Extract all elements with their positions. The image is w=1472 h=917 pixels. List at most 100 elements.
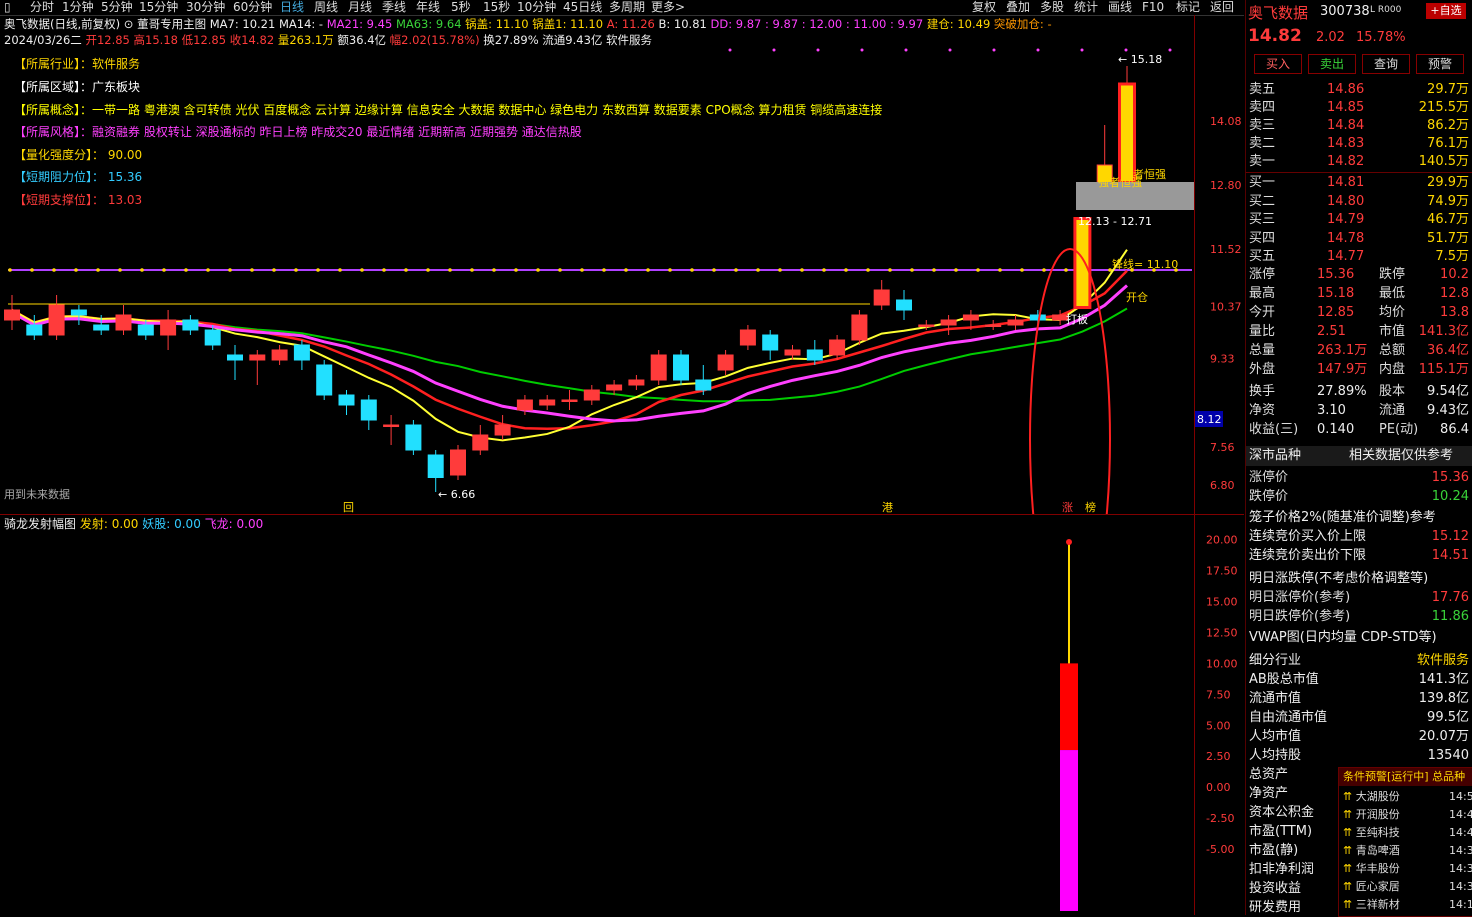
book-divider (1246, 172, 1472, 173)
period-tab-7[interactable]: 周线 (314, 0, 338, 14)
stat-row-cell: 15.18 (1317, 286, 1355, 301)
sub-bar (1060, 663, 1078, 751)
candle-body (405, 424, 422, 451)
stat-row-cell: 2.51 (1317, 324, 1346, 339)
pot-line-dot (624, 268, 628, 272)
alert-item[interactable]: ⇈ 至纯科技 14:4 (1343, 824, 1472, 842)
stat2-row-cell: 净资 (1249, 403, 1276, 418)
bid-row-cell: 29.9万 (1427, 175, 1469, 190)
candle-body (93, 324, 110, 331)
tomorrow-row: 明日涨跌停(不考虑价格调整等) (1249, 570, 1472, 588)
candle-body (472, 434, 489, 451)
toolbar-button-5[interactable]: F10 (1142, 0, 1164, 14)
alert-item[interactable]: ⇈ 华丰股份 14:3 (1343, 860, 1472, 878)
period-tab-3[interactable]: 15分钟 (139, 0, 178, 14)
ask-row: 卖五 14.86 29.7万 (1249, 81, 1472, 99)
candle-body (70, 309, 87, 316)
alert-item[interactable]: ⇈ 开润股份 14:4 (1343, 806, 1472, 824)
period-tab-15[interactable]: 多周期 (609, 0, 645, 14)
ma7-line (11, 249, 1128, 442)
period-tab-5[interactable]: 60分钟 (233, 0, 272, 14)
period-tab-16[interactable]: 更多> (651, 0, 685, 14)
bid-row: 买四 14.78 51.7万 (1249, 230, 1472, 248)
toolbar-button-1[interactable]: 叠加 (1006, 0, 1030, 14)
candle-body (606, 384, 623, 391)
limit-up-row: 涨停价 15.36 (1249, 469, 1472, 487)
fund-row-cell: 软件服务 (1416, 653, 1469, 668)
candle-body (26, 324, 43, 336)
period-tab-2[interactable]: 5分钟 (101, 0, 133, 14)
pot-line-dot (888, 268, 892, 272)
period-tab-0[interactable]: 分时 (30, 0, 54, 14)
period-tab-9[interactable]: 季线 (382, 0, 406, 14)
stat2-row-cell: 27.89% (1317, 384, 1367, 399)
ask-row-cell: 14.85 (1327, 100, 1365, 115)
sub-axis-label: 2.50 (1206, 750, 1231, 763)
stat2-row-cell: 9.54亿 (1427, 384, 1469, 399)
fund-row-cell: 人均市值 (1249, 729, 1302, 744)
candlestick-chart[interactable]: ← 15.18← 6.6612.13 - 12.71强者恒强强者恒强锋线= 11… (0, 15, 1244, 515)
sub-axis-label: 17.50 (1206, 565, 1238, 578)
limit-up-row-cell: 涨停价 (1249, 470, 1289, 485)
sub-axis-label: -5.00 (1206, 843, 1234, 856)
alert-time: 14:4 (1449, 826, 1472, 839)
period-tab-11[interactable]: 5秒 (451, 0, 471, 14)
ask-row: 卖三 14.84 86.2万 (1249, 117, 1472, 135)
menu-icon[interactable]: ▯ (4, 0, 11, 14)
ask-row-cell: 14.83 (1327, 136, 1365, 151)
pot-line-dot (712, 268, 716, 272)
alert-item[interactable]: ⇈ 青岛啤酒 14:3 (1343, 842, 1472, 860)
stat-row-cell: 10.2 (1440, 267, 1469, 282)
pot-line-dot (8, 268, 12, 272)
stat2-row-cell: 股本 (1379, 384, 1406, 399)
stat2-row: 换手 27.89% 股本 9.54亿 (1249, 383, 1472, 401)
sub-signal-dot (1066, 539, 1072, 546)
candle-body (1073, 217, 1092, 309)
stat-row-cell: 量比 (1249, 324, 1276, 339)
sz-header: 深市品种 相关数据仅供参考 (1249, 447, 1472, 465)
toolbar-button-6[interactable]: 标记 (1176, 0, 1200, 14)
stat2-row: 收益(三) 0.140 PE(动) 86.4 (1249, 421, 1472, 439)
candle-body (249, 354, 266, 361)
period-tab-14[interactable]: 45日线 (563, 0, 602, 14)
fund-row: 人均持股 13540 (1249, 747, 1472, 765)
pot-line-dot (96, 268, 100, 272)
sub-indicator-chart[interactable]: 20.00 17.50 15.00 12.50 10.00 7.50 5.00 2.50 0.0… (0, 517, 1244, 915)
candle-body (784, 349, 801, 356)
period-tab-1[interactable]: 1分钟 (62, 0, 94, 14)
fund-row-cell: 资本公积金 (1249, 805, 1315, 820)
toolbar-button-0[interactable]: 复权 (972, 0, 996, 14)
period-tab-10[interactable]: 年线 (416, 0, 440, 14)
period-tab-8[interactable]: 月线 (348, 0, 372, 14)
alert-item[interactable]: ⇈ 匠心家居 14:3 (1343, 878, 1472, 896)
period-tab-6[interactable]: 日线 (280, 0, 304, 14)
alert-time: 14:1 (1449, 898, 1472, 911)
period-tab-4[interactable]: 30分钟 (186, 0, 225, 14)
alert-item[interactable]: ⇈ 大湖股份 14:5 (1343, 788, 1472, 806)
period-tab-13[interactable]: 10分钟 (517, 0, 556, 14)
toolbar-button-7[interactable]: 返回 (1210, 0, 1234, 14)
alert-item[interactable]: ⇈ 三祥新材 14:1 (1343, 896, 1472, 914)
bid-row-cell: 14.79 (1327, 212, 1365, 227)
pot-line-dot (910, 268, 914, 272)
condition-alert-panel[interactable]: 条件预警[运行中] 总品种 ⇈ 大湖股份 14:5 ⇈ 开润股份 14:4 ⇈ 至纯科技… (1338, 767, 1472, 917)
fund-row-cell: 141.3亿 (1418, 672, 1469, 687)
toolbar-button-3[interactable]: 统计 (1074, 0, 1098, 14)
mark-bang: 榜 (1085, 500, 1096, 514)
candle-body (494, 424, 511, 436)
pot-line-dot (206, 268, 210, 272)
pot-line-dot (118, 268, 122, 272)
stat-row: 总量 263.1万 总额 36.4亿 (1249, 342, 1472, 360)
toolbar-button-4[interactable]: 画线 (1108, 0, 1132, 14)
pot-line-dot (844, 268, 848, 272)
pot-line-dot (778, 268, 782, 272)
toolbar-button-2[interactable]: 多股 (1040, 0, 1064, 14)
top-dot (772, 48, 776, 52)
stat-row-cell: 最低 (1379, 286, 1406, 301)
candle-body (628, 379, 645, 386)
pot-line-dot (470, 268, 474, 272)
pot-line-dot (404, 268, 408, 272)
period-tab-12[interactable]: 15秒 (483, 0, 510, 14)
candle-body (227, 354, 243, 361)
sub-axis-label: 10.00 (1206, 657, 1238, 670)
